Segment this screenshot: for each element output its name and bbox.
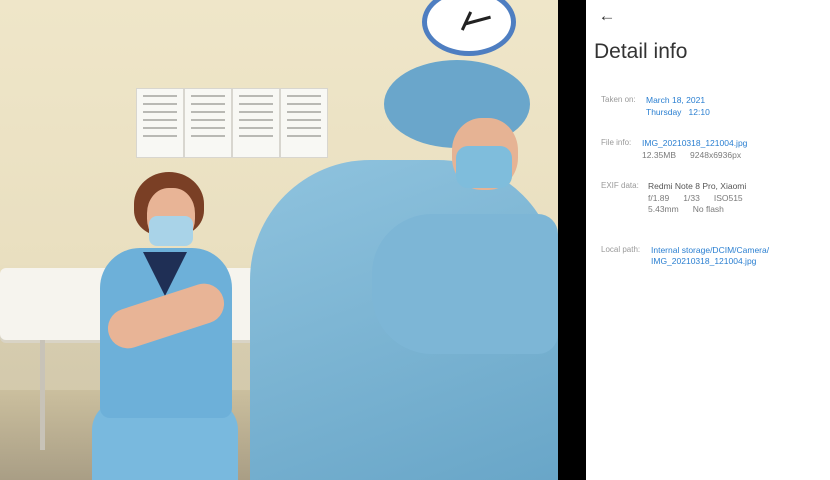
- file-name[interactable]: IMG_20210318_121004.jpg: [642, 137, 747, 149]
- local-path-line2[interactable]: IMG_20210318_121004.jpg: [651, 255, 756, 267]
- wall-paper: [232, 88, 280, 158]
- wall-paper: [280, 88, 328, 158]
- nurse-arm: [372, 214, 558, 354]
- exif-aperture: f/1.89: [648, 193, 670, 203]
- bed-leg: [40, 340, 45, 450]
- exif-lens: 5.43mm No flash: [648, 203, 738, 215]
- file-info-label: File info:: [601, 138, 632, 147]
- face-mask: [149, 216, 193, 246]
- wall-clock: [422, 0, 516, 56]
- wall-paper: [136, 88, 184, 158]
- photo-preview[interactable]: [0, 0, 558, 480]
- exif-shutter: 1/33: [683, 193, 700, 203]
- taken-on-day-time[interactable]: Thursday 12:10: [646, 106, 710, 118]
- nurse-face-mask: [456, 146, 512, 188]
- wall-paper: [184, 88, 232, 158]
- taken-on-date[interactable]: March 18, 2021: [646, 94, 705, 106]
- file-size: 12.35MB: [642, 150, 677, 160]
- exif-flash: No flash: [692, 204, 724, 214]
- page-title: Detail info: [594, 40, 688, 63]
- exif-focal-length: 5.43mm: [648, 204, 679, 214]
- taken-on-day: Thursday: [646, 107, 682, 117]
- exif-data-label: EXIF data:: [601, 181, 639, 190]
- details-panel: [586, 0, 830, 480]
- exif-iso: ISO515: [713, 193, 743, 203]
- file-size-resolution: 12.35MB 9248x6936px: [642, 149, 755, 161]
- taken-on-label: Taken on:: [601, 95, 636, 104]
- file-resolution: 9248x6936px: [690, 150, 742, 160]
- exif-device: Redmi Note 8 Pro, Xiaomi: [648, 181, 747, 191]
- taken-on-time: 12:10: [688, 107, 710, 117]
- local-path-label: Local path:: [601, 245, 641, 254]
- arrow-left-icon[interactable]: ←: [596, 5, 618, 27]
